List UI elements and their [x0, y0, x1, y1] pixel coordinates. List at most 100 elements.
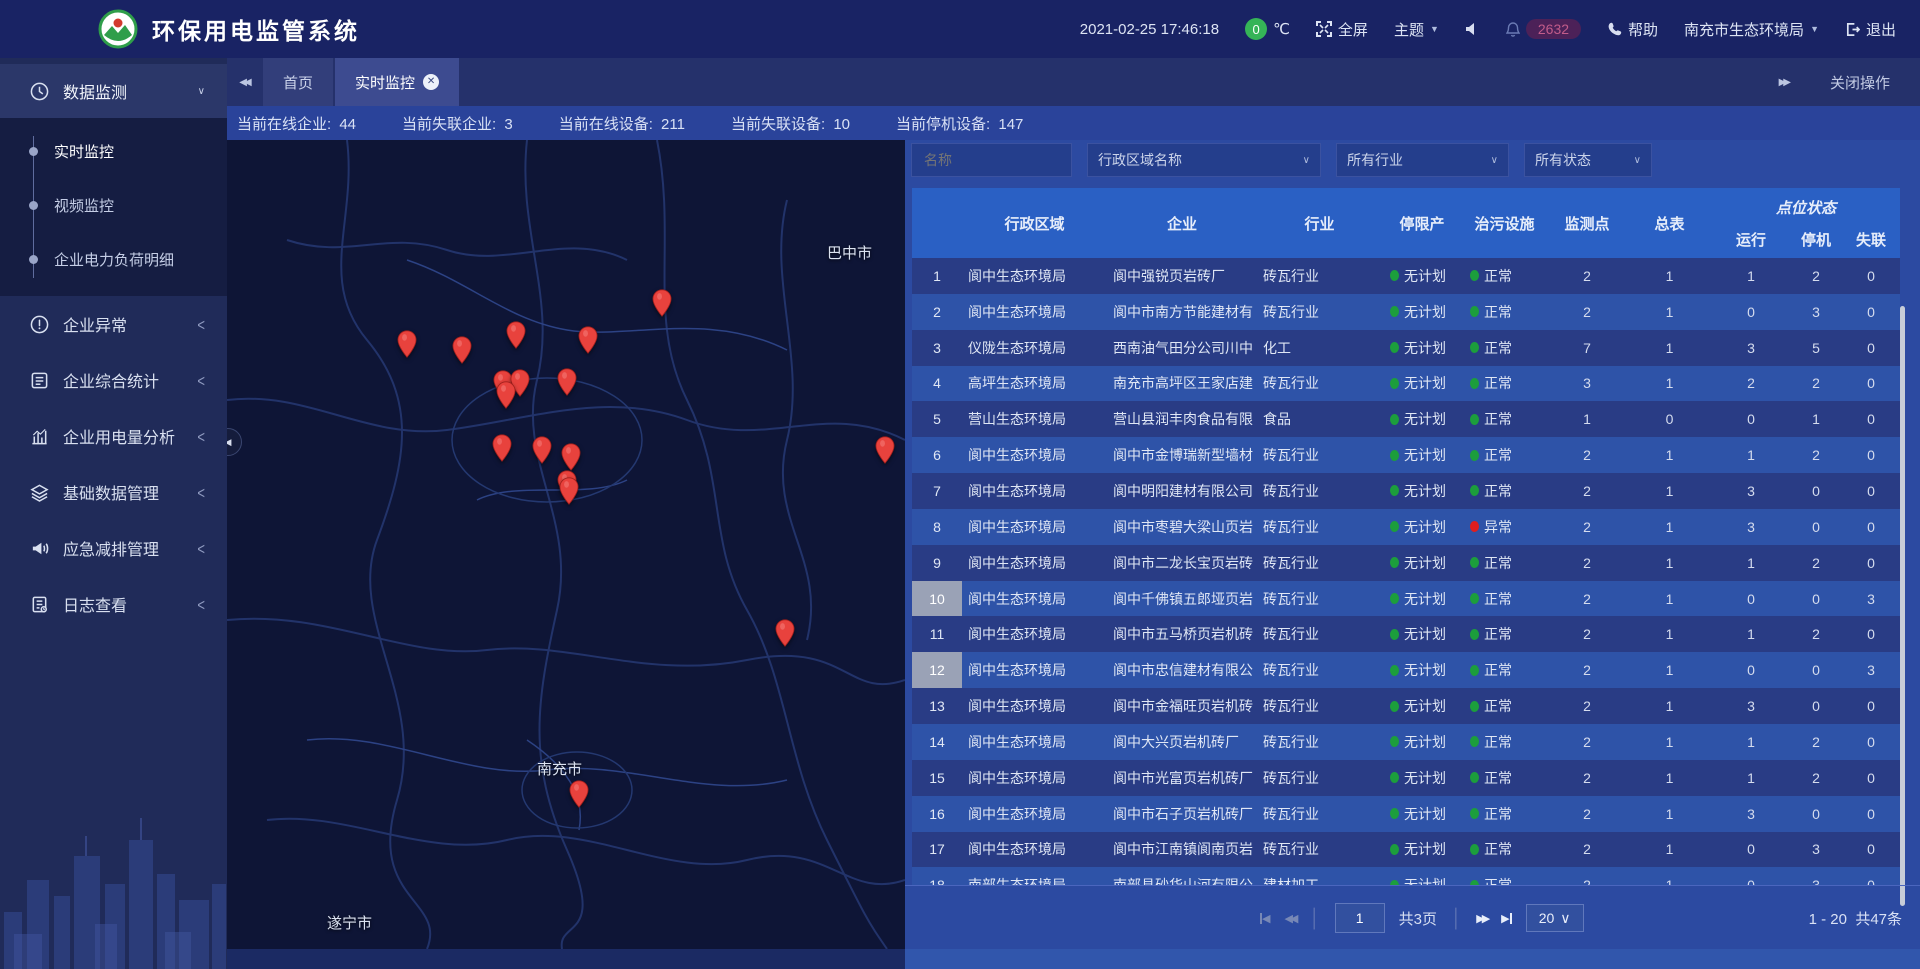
map-pin-icon[interactable] — [532, 436, 552, 464]
sidebar-item-日志查看[interactable]: 日志查看< — [0, 576, 227, 632]
org-dropdown[interactable]: 南充市生态环境局 ▼ — [1684, 19, 1819, 40]
facility-status-label: 正常 — [1484, 589, 1512, 609]
sound-button[interactable] — [1465, 22, 1480, 36]
chevron-collapsed-icon: < — [197, 370, 205, 390]
next-page-button[interactable]: ▶▶ — [1476, 912, 1487, 925]
table-row[interactable]: 17阆中生态环境局阆中市江南镇阆南页岩砖瓦行业无计划正常21030 — [912, 832, 1900, 868]
company-cell: 南部县砂华山河有限公 — [1107, 875, 1257, 885]
stat-item: 当前在线企业: 44 — [237, 113, 356, 134]
table-row[interactable]: 5营山生态环境局营山县润丰肉食品有限食品无计划正常10010 — [912, 401, 1900, 437]
region-filter-select[interactable]: 行政区域名称 ∨ — [1087, 143, 1321, 177]
table-row[interactable]: 18南部生态环境局南部县砂华山河有限公建材加工无计划正常21030 — [912, 867, 1900, 885]
limit-status-cell: 无计划 — [1382, 732, 1462, 752]
tabs-scroll-left-button[interactable]: ◀◀ — [227, 58, 261, 106]
table-row[interactable]: 14阆中生态环境局阆中大兴页岩机砖厂砖瓦行业无计划正常21120 — [912, 724, 1900, 760]
row-number-cell: 1 — [912, 258, 962, 294]
region-cell: 阆中生态环境局 — [962, 660, 1107, 680]
map-pin-icon[interactable] — [578, 326, 598, 354]
facility-status-cell: 正常 — [1462, 445, 1547, 465]
table-row[interactable]: 13阆中生态环境局阆中市金福旺页岩机砖砖瓦行业无计划正常21300 — [912, 688, 1900, 724]
tab-home[interactable]: 首页 — [263, 58, 333, 106]
map-pin-icon[interactable] — [652, 289, 672, 317]
page-size-select[interactable]: 20 ∨ — [1526, 904, 1584, 932]
lost-count-cell: 0 — [1842, 877, 1900, 885]
sidebar-item-企业综合统计[interactable]: 企业综合统计< — [0, 352, 227, 408]
table-row[interactable]: 16阆中生态环境局阆中市石子页岩机砖厂砖瓦行业无计划正常21300 — [912, 796, 1900, 832]
name-filter-field[interactable] — [911, 143, 1072, 177]
page-number-input[interactable] — [1335, 903, 1385, 933]
stop-count-cell: 2 — [1790, 734, 1842, 750]
status-filter-select[interactable]: 所有状态 ∨ — [1524, 143, 1652, 177]
map-pin-icon[interactable] — [557, 368, 577, 396]
first-page-button[interactable]: ◀ — [1260, 912, 1270, 925]
sidebar-subitem-视频监控[interactable]: 视频监控 — [0, 178, 227, 232]
monitor-count-cell: 2 — [1547, 483, 1627, 499]
map-roads — [227, 140, 905, 949]
sidebar-item-企业用电量分析[interactable]: 企业用电量分析< — [0, 408, 227, 464]
help-button[interactable]: 帮助 — [1607, 19, 1658, 40]
run-count-cell: 0 — [1712, 304, 1790, 320]
run-count-cell: 0 — [1712, 591, 1790, 607]
map-pin-icon[interactable] — [496, 381, 516, 409]
table-scrollbar[interactable] — [1900, 306, 1905, 906]
map-pin-icon[interactable] — [569, 780, 589, 808]
row-number-cell: 2 — [912, 294, 962, 330]
table-row[interactable]: 6阆中生态环境局阆中市金博瑞新型墙材砖瓦行业无计划正常21120 — [912, 437, 1900, 473]
run-count-cell: 3 — [1712, 519, 1790, 535]
theme-dropdown[interactable]: 主题 ▼ — [1394, 19, 1439, 40]
map-pin-icon[interactable] — [775, 619, 795, 647]
sidebar-subitem-企业电力负荷明细[interactable]: 企业电力负荷明细 — [0, 232, 227, 286]
map-pin-icon[interactable] — [397, 330, 417, 358]
sidebar-item-应急减排管理[interactable]: 应急减排管理< — [0, 520, 227, 576]
status-dot-icon — [1390, 270, 1399, 281]
map[interactable]: 巴中市南充市遂宁市 — [227, 140, 905, 949]
table-row[interactable]: 9阆中生态环境局阆中市二龙长宝页岩砖砖瓦行业无计划正常21120 — [912, 545, 1900, 581]
industry-filter-select[interactable]: 所有行业 ∨ — [1336, 143, 1509, 177]
chevron-down-icon: ∨ — [1303, 155, 1310, 166]
sidebar-item-基础数据管理[interactable]: 基础数据管理< — [0, 464, 227, 520]
close-operations-button[interactable]: 关闭操作 — [1830, 72, 1890, 93]
map-pin-icon[interactable] — [559, 477, 579, 505]
table-row[interactable]: 10阆中生态环境局阆中千佛镇五郎垭页岩砖瓦行业无计划正常21003 — [912, 581, 1900, 617]
stop-count-cell: 2 — [1790, 770, 1842, 786]
notifications[interactable]: 2632 — [1506, 19, 1581, 39]
sidebar-subitem-实时监控[interactable]: 实时监控 — [0, 124, 227, 178]
lost-count-cell: 0 — [1842, 447, 1900, 463]
table-row[interactable]: 8阆中生态环境局阆中市枣碧大梁山页岩砖瓦行业无计划异常21300 — [912, 509, 1900, 545]
limit-status-cell: 无计划 — [1382, 839, 1462, 859]
tab-realtime-monitoring[interactable]: 实时监控 ✕ — [335, 58, 459, 106]
map-pin-icon[interactable] — [452, 336, 472, 364]
table-row[interactable]: 4高坪生态环境局南充市高坪区王家店建砖瓦行业无计划正常31220 — [912, 366, 1900, 402]
region-cell: 南部生态环境局 — [962, 875, 1107, 885]
map-pin-icon[interactable] — [561, 443, 581, 471]
prev-page-button[interactable]: ◀◀ — [1284, 912, 1295, 925]
table-row[interactable]: 11阆中生态环境局阆中市五马桥页岩机砖砖瓦行业无计划正常21120 — [912, 616, 1900, 652]
run-count-cell: 0 — [1712, 841, 1790, 857]
column-header-rowno — [912, 188, 962, 258]
table-row[interactable]: 15阆中生态环境局阆中市光富页岩机砖厂砖瓦行业无计划正常21120 — [912, 760, 1900, 796]
fullscreen-button[interactable]: 全屏 — [1316, 19, 1368, 40]
table-row[interactable]: 2阆中生态环境局阆中市南方节能建材有砖瓦行业无计划正常21030 — [912, 294, 1900, 330]
table-row[interactable]: 7阆中生态环境局阆中明阳建材有限公司砖瓦行业无计划正常21300 — [912, 473, 1900, 509]
tabs-scroll-right-button[interactable]: ▶▶ — [1779, 77, 1788, 88]
limit-status-label: 无计划 — [1404, 589, 1446, 609]
map-pin-icon[interactable] — [492, 434, 512, 462]
facility-status-label: 正常 — [1484, 660, 1512, 680]
chevron-collapsed-icon: < — [197, 538, 205, 558]
table-row[interactable]: 12阆中生态环境局阆中市忠信建材有限公砖瓦行业无计划正常21003 — [912, 652, 1900, 688]
status-dot-icon — [1390, 450, 1399, 461]
row-number-cell: 7 — [912, 473, 962, 509]
sidebar-group-data-monitoring[interactable]: 数据监测 ∨ — [0, 64, 227, 118]
column-subheader-停机: 停机 — [1790, 220, 1842, 258]
map-pin-icon[interactable] — [875, 436, 895, 464]
close-tab-icon[interactable]: ✕ — [423, 74, 439, 90]
monitor-count-cell: 2 — [1547, 268, 1627, 284]
sidebar-item-企业异常[interactable]: 企业异常< — [0, 296, 227, 352]
logout-button[interactable]: 退出 — [1845, 19, 1896, 40]
table-row[interactable]: 3仪陇生态环境局西南油气田分公司川中化工无计划正常71350 — [912, 330, 1900, 366]
last-page-button[interactable]: ▶ — [1501, 912, 1511, 925]
map-pin-icon[interactable] — [506, 321, 526, 349]
name-filter-input[interactable] — [922, 151, 1061, 169]
table-row[interactable]: 1阆中生态环境局阆中强锐页岩砖厂砖瓦行业无计划正常21120 — [912, 258, 1900, 294]
region-cell: 阆中生态环境局 — [962, 732, 1107, 752]
